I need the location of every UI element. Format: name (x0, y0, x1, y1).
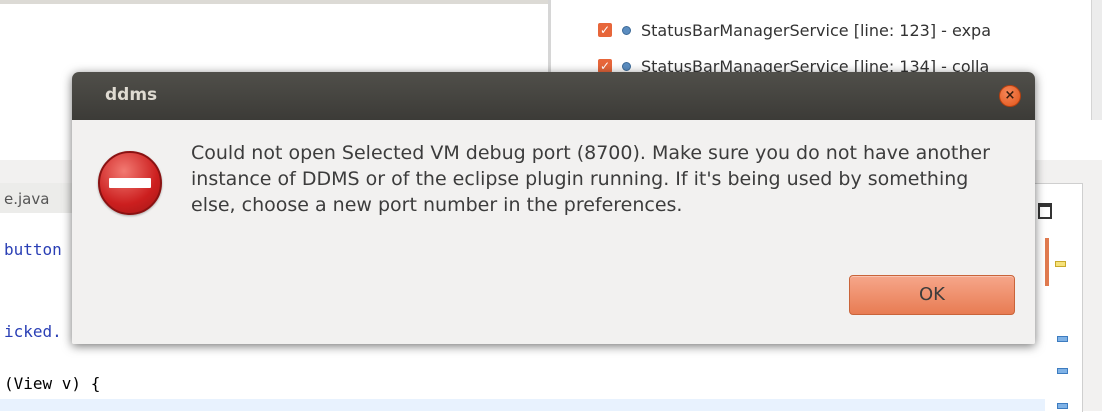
panel-scrollbar[interactable] (1091, 0, 1102, 120)
close-icon: × (1004, 88, 1016, 103)
current-line-highlight (0, 399, 1045, 411)
breakpoint-icon (622, 25, 631, 35)
dialog-content: Could not open Selected VM debug port (8… (72, 120, 1035, 344)
tree-item-label: StatusBarManagerService [line: 123] - ex… (641, 20, 992, 40)
tree-item[interactable]: ✓ StatusBarManagerService [line: 123] - … (598, 18, 991, 42)
checkbox-checked-icon[interactable]: ✓ (598, 59, 612, 73)
occurrence-marker[interactable] (1057, 403, 1068, 409)
error-icon (98, 151, 162, 215)
occurrence-marker[interactable] (1057, 368, 1068, 374)
close-button[interactable]: × (999, 85, 1021, 107)
dialog-message: Could not open Selected VM debug port (8… (191, 142, 990, 216)
error-dialog: ddms × Could not open Selected VM debug … (72, 72, 1035, 344)
overview-ruler[interactable] (1045, 230, 1081, 411)
toolbar-strip (0, 0, 548, 4)
warning-marker[interactable] (1055, 261, 1066, 267)
code-line: button (4, 240, 62, 259)
dialog-title: ddms (105, 85, 158, 105)
editor-tab-label: e.java (4, 190, 50, 208)
restore-icon[interactable] (1038, 203, 1052, 219)
annotation-bar (1045, 238, 1049, 286)
ok-button-label: OK (919, 284, 945, 305)
breakpoint-icon (622, 61, 631, 71)
checkbox-checked-icon[interactable]: ✓ (598, 23, 612, 37)
dialog-titlebar[interactable]: ddms × (72, 72, 1035, 120)
code-line: icked. (4, 322, 62, 341)
error-icon-bar (109, 178, 151, 188)
ok-button[interactable]: OK (849, 275, 1015, 315)
code-line: (View v) { (4, 374, 101, 393)
occurrence-marker[interactable] (1057, 336, 1068, 342)
